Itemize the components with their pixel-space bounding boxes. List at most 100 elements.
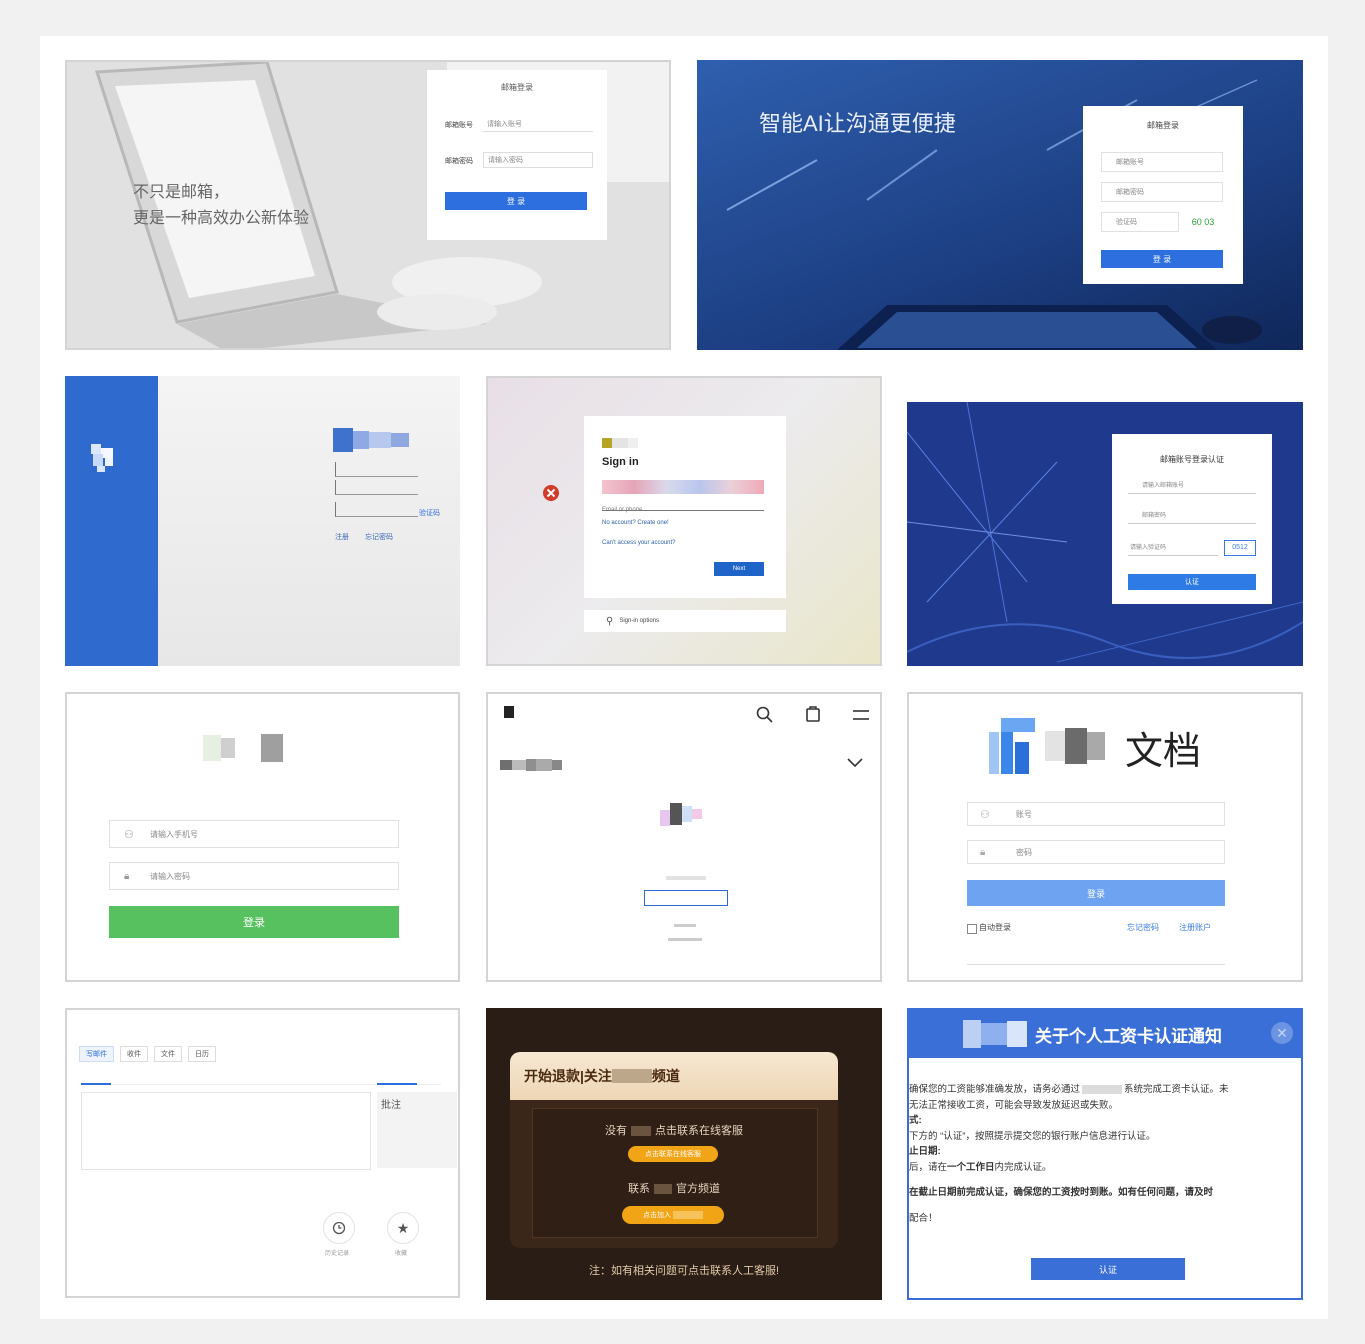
blurred-heading (500, 756, 562, 774)
account-input[interactable]: 邮箱账号 (1101, 152, 1223, 172)
blurred-brand (1045, 728, 1105, 764)
history-button[interactable] (323, 1212, 355, 1244)
tagline-line-2: 更是一种高效办公新体验 (133, 210, 310, 227)
password-input[interactable]: 🔒︎ 请输入密码 (109, 862, 399, 890)
search-icon[interactable] (756, 706, 774, 724)
account-input[interactable]: ⚇ 账号 (967, 802, 1225, 826)
forgot-link[interactable]: 忘记密码 (365, 532, 393, 542)
editor-area[interactable] (81, 1092, 371, 1170)
account-input[interactable]: ⚇ 请输入手机号 (109, 820, 399, 848)
clock-icon (332, 1221, 346, 1235)
password-label: 邮箱密码 (445, 158, 473, 165)
tab-inbox[interactable]: 收件 (120, 1046, 148, 1062)
brand-logo (602, 434, 638, 452)
login-button[interactable]: 登录 (967, 880, 1225, 906)
star-icon: ★ (396, 1219, 410, 1236)
docs-title: 文档 (1125, 731, 1202, 773)
no-account-link[interactable]: No account? Create one! (602, 520, 669, 526)
panel-refund-scam: 开始退款|关注 频道 没有 点击联系在线客服 点击联系在线客服 联系 官方频道 点击… (486, 1008, 882, 1300)
login-button[interactable]: 登 录 (445, 192, 587, 210)
account-input[interactable] (335, 462, 418, 477)
contact-support-button[interactable]: 点击联系在线客服 (628, 1146, 718, 1162)
line-2: 联系 官方频道 (628, 1183, 720, 1195)
panel-mail-editor: 写邮件 收件 文件 日历 批注 历史记录 ★ 收藏 (65, 1008, 460, 1298)
blurred-avatar (660, 802, 710, 838)
captcha-input[interactable]: 请输入验证码 (1128, 538, 1218, 556)
login-button[interactable]: 登 录 (1101, 250, 1223, 268)
editor-tabs: 写邮件 收件 文件 日历 (79, 1046, 216, 1062)
error-x-icon (543, 485, 559, 501)
form-title: 邮箱账号登录认证 (1160, 455, 1224, 464)
docs-logo-icon (989, 718, 1035, 774)
shopping-bag-icon[interactable] (804, 704, 822, 722)
panel-green-login: ⚇ 请输入手机号 🔒︎ 请输入密码 登录 (65, 692, 460, 982)
sign-in-card: Sign in Email or phone No account? Creat… (584, 416, 786, 598)
lock-icon: 🔒︎ (124, 870, 130, 882)
brand-logo-icon (91, 444, 113, 472)
user-icon: ⚇ (980, 808, 990, 821)
tab-files[interactable]: 文件 (154, 1046, 182, 1062)
headline: 智能AI让沟通更便捷 (759, 111, 956, 136)
verify-button[interactable]: 认证 (1031, 1258, 1185, 1280)
captcha-link[interactable]: 验证码 (419, 508, 440, 518)
brand-logo (504, 706, 514, 718)
panel-docs-login: 文档 ⚇ 账号 🔒︎ 密码 登录 自动登录 忘记密码 注册账户 (907, 692, 1303, 982)
divider (967, 964, 1225, 965)
tab-calendar[interactable]: 日历 (188, 1046, 216, 1062)
select-field[interactable] (644, 890, 728, 906)
chevron-down-icon[interactable] (846, 756, 864, 768)
tagline-line-1: 不只是邮箱， (133, 184, 230, 201)
refund-banner: 开始退款|关注 频道 (510, 1052, 838, 1100)
remember-label: 自动登录 (979, 923, 1011, 932)
captcha-image[interactable]: 60 03 (1183, 214, 1223, 230)
password-input[interactable]: 请输入密码 (483, 152, 593, 168)
screenshot-grid: 不只是邮箱， 更是一种高效办公新体验 邮箱登录 邮箱账号 请输入账号 邮箱密码 … (40, 36, 1328, 1319)
form-title: 邮箱登录 (501, 83, 533, 92)
password-input[interactable]: 邮箱密码 (1101, 182, 1223, 202)
next-button[interactable]: Next (714, 562, 764, 576)
account-input[interactable]: 请输入账号 (483, 116, 593, 132)
side-panel: 批注 (377, 1092, 457, 1168)
favorite-button[interactable]: ★ (387, 1212, 419, 1244)
panel-mobile-login (486, 692, 882, 982)
toolbar-active-tab[interactable] (81, 1074, 111, 1085)
panel-email-login-laptop: 不只是邮箱， 更是一种高效办公新体验 邮箱登录 邮箱账号 请输入账号 邮箱密码 … (65, 60, 671, 350)
blurred-title (333, 428, 409, 452)
password-input[interactable] (335, 480, 418, 495)
register-link[interactable]: 注册账户 (1179, 922, 1211, 933)
line-1: 没有 点击联系在线客服 (605, 1125, 743, 1137)
account-input[interactable]: 请输入邮箱账号 (1128, 476, 1256, 494)
toolbar-right-tab[interactable] (377, 1074, 417, 1085)
key-icon: ⚲ (606, 615, 614, 627)
refund-card: 开始退款|关注 频道 没有 点击联系在线客服 点击联系在线客服 联系 官方频道 点击… (510, 1052, 838, 1248)
join-channel-button[interactable]: 点击加入 (622, 1206, 724, 1224)
tiny-link-2[interactable] (668, 938, 702, 941)
email-input[interactable]: Email or phone (602, 498, 764, 513)
password-input[interactable]: 邮箱密码 (1128, 506, 1256, 524)
panel-email-auth: 邮箱账号登录认证 请输入邮箱账号 邮箱密码 请输入验证码 0512 认证 (907, 376, 1303, 666)
menu-icon[interactable] (852, 708, 870, 722)
blurred-logo (203, 734, 283, 762)
blue-sidebar (65, 376, 158, 666)
captcha-input[interactable]: 验证码 (1101, 212, 1179, 232)
forgot-link[interactable]: 忘记密码 (1127, 922, 1159, 933)
captcha-image[interactable]: 0512 (1224, 540, 1256, 556)
remember-checkbox[interactable] (967, 924, 977, 934)
cant-access-link[interactable]: Can't access your account? (602, 540, 676, 546)
favorite-label: 收藏 (395, 1251, 408, 1257)
notice-title: 关于个人工资卡认证通知 (1035, 1026, 1222, 1046)
blurred-account (602, 480, 764, 494)
form-title: 邮箱登录 (1147, 121, 1179, 130)
notice-body: 确保您的工资能够准确发放，请务必通过 系统完成工资卡认证。未 无法正常接收工资，可… (909, 1084, 1229, 1224)
login-button[interactable]: 登录 (109, 906, 399, 938)
tiny-link-1[interactable] (674, 924, 696, 927)
panel-salary-notice: 关于个人工资卡认证通知 ✕ 确保您的工资能够准确发放，请务必通过 系统完成工资卡认… (907, 1008, 1303, 1300)
password-input[interactable]: 🔒︎ 密码 (967, 840, 1225, 864)
close-icon[interactable]: ✕ (1271, 1022, 1293, 1044)
tab-compose[interactable]: 写邮件 (79, 1046, 114, 1062)
captcha-input[interactable] (335, 502, 418, 517)
register-link[interactable]: 注册 (335, 532, 349, 542)
sign-in-options[interactable]: ⚲ Sign-in options (584, 610, 786, 632)
auth-button[interactable]: 认证 (1128, 574, 1256, 590)
footer-note: 注：如有相关问题可点击联系人工客服! (588, 1265, 780, 1277)
